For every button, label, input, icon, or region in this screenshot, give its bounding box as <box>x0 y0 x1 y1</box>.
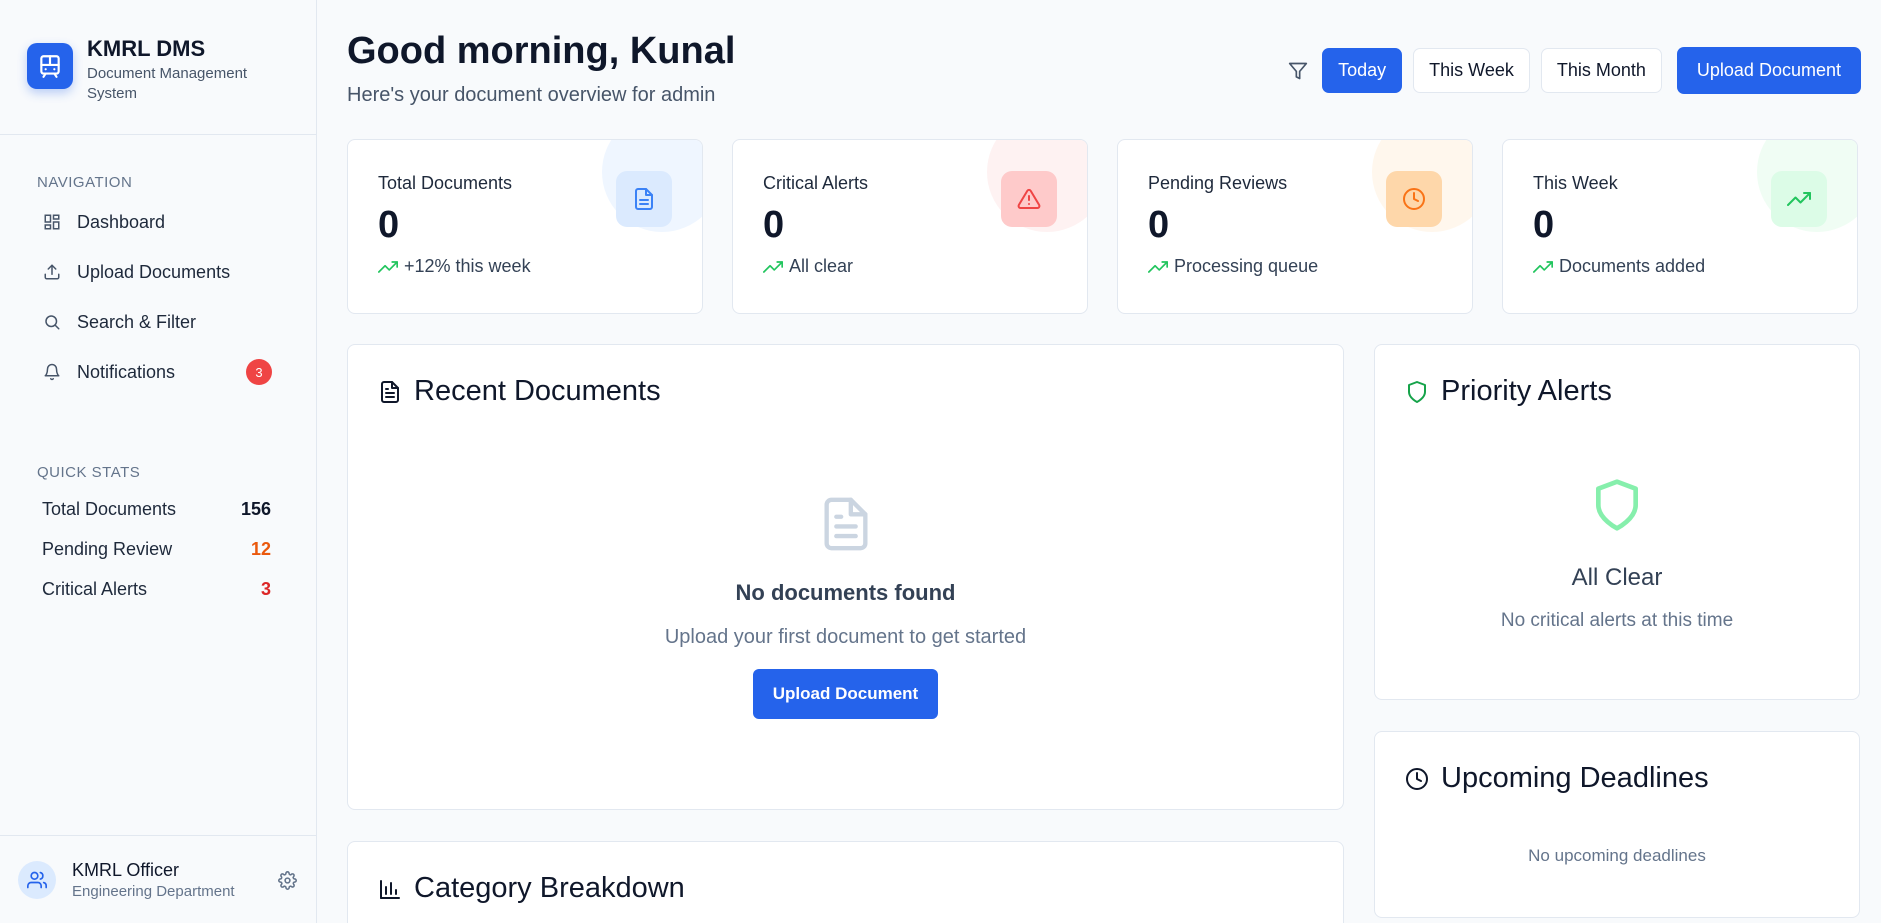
avatar <box>18 860 56 899</box>
stat-trend: Documents added <box>1533 256 1857 277</box>
card-title: Category Breakdown <box>378 872 685 905</box>
shield-icon <box>1589 475 1645 540</box>
quick-stat-label: Critical Alerts <box>42 578 148 599</box>
upcoming-deadlines-title: Upcoming Deadlines <box>1441 762 1709 794</box>
quick-stat-label: Pending Review <box>42 538 173 559</box>
sidebar-item-label: Search & Filter <box>77 311 197 332</box>
priority-alerts-card: Priority Alerts All Clear No critical al… <box>1374 344 1860 700</box>
page-subtitle: Here's your document overview for admin <box>347 84 716 106</box>
users-icon <box>27 871 47 888</box>
app-subtitle: Document Management System <box>87 65 248 102</box>
category-breakdown-card: Category Breakdown <box>347 841 1344 923</box>
quick-stat-value: 12 <box>250 538 271 559</box>
category-breakdown-title: Category Breakdown <box>414 872 685 904</box>
search-icon <box>42 312 62 332</box>
priority-empty-title: All Clear <box>1571 564 1663 591</box>
card-title: Upcoming Deadlines <box>1405 762 1709 795</box>
priority-alerts-title: Priority Alerts <box>1441 375 1612 407</box>
sidebar-item-label: Dashboard <box>77 211 166 232</box>
document-icon <box>817 495 875 558</box>
stat-trend-text: +12% this week <box>404 256 531 276</box>
user-name: KMRL Officer <box>72 859 180 880</box>
stat-trend: +12% this week <box>378 256 702 277</box>
train-logo-icon[interactable] <box>27 43 73 89</box>
stat-trend-text: All clear <box>789 256 854 276</box>
page-title: Good morning, Kunal <box>347 30 736 72</box>
sidebar-item-dashboard[interactable]: Dashboard <box>0 197 317 247</box>
stat-trend: All clear <box>763 256 1087 277</box>
stat-trend-text: Documents added <box>1559 256 1706 276</box>
dashboard-icon <box>42 212 62 232</box>
quick-stat-label: Total Documents <box>42 498 177 519</box>
clock-icon <box>1386 171 1442 227</box>
filter-icon[interactable] <box>1288 61 1308 81</box>
stat-card-pending-reviews[interactable]: Pending Reviews 0 Processing queue <box>1117 139 1473 314</box>
bar-chart-icon <box>380 879 400 899</box>
recent-documents-title: Recent Documents <box>414 375 661 407</box>
trending-up-icon <box>1533 260 1553 273</box>
priority-empty-subtitle: No critical alerts at this time <box>1500 610 1734 631</box>
quick-stat-pending-review: Pending Review 12 <box>0 529 317 569</box>
quick-stats-label: QUICK STATS <box>37 464 141 481</box>
card-title: Recent Documents <box>378 375 661 408</box>
upload-document-button[interactable]: Upload Document <box>1676 47 1861 94</box>
priority-empty-state: All Clear No critical alerts at this tim… <box>1375 475 1859 632</box>
sidebar-item-label: Notifications <box>77 361 176 382</box>
document-icon <box>381 380 399 403</box>
quick-stats: QUICK STATS Total Documents 156 Pending … <box>0 464 317 609</box>
quick-stat-value: 3 <box>260 578 271 599</box>
app-title: KMRL DMS <box>87 36 206 61</box>
sidebar-item-search-filter[interactable]: Search & Filter <box>0 297 317 347</box>
upcoming-deadlines-card: Upcoming Deadlines No upcoming deadlines <box>1374 731 1860 918</box>
deadlines-empty-text: No upcoming deadlines <box>1528 846 1706 865</box>
upload-icon <box>42 262 62 282</box>
warning-icon <box>1001 171 1057 227</box>
stat-trend-text: Processing queue <box>1174 256 1319 276</box>
stats-row: Total Documents 0 +12% this week Critica… <box>347 139 1858 314</box>
user-department: Engineering Department <box>72 882 235 900</box>
empty-state-title: No documents found <box>735 580 956 605</box>
stat-card-critical-alerts[interactable]: Critical Alerts 0 All clear <box>732 139 1088 314</box>
main-content: Good morning, Kunal Here's your document… <box>318 0 1881 923</box>
sidebar-item-upload-documents[interactable]: Upload Documents <box>0 247 317 297</box>
clock-icon <box>1406 767 1428 790</box>
filter-this-week-button[interactable]: This Week <box>1413 48 1530 93</box>
sidebar-item-notifications[interactable]: Notifications 3 <box>0 347 317 397</box>
sidebar: KMRL DMS Document Management System NAVI… <box>0 0 317 923</box>
filter-today-button[interactable]: Today <box>1322 48 1403 93</box>
shield-icon <box>1408 380 1426 403</box>
trending-up-icon <box>1148 260 1168 273</box>
filter-this-month-button[interactable]: This Month <box>1540 48 1662 93</box>
nav-section-label: NAVIGATION <box>37 174 133 191</box>
quick-stat-total-documents: Total Documents 156 <box>0 489 317 529</box>
brand: KMRL DMS Document Management System <box>0 0 316 135</box>
trending-up-icon <box>1771 171 1827 227</box>
date-filters: Today This Week This Month Upload Docume… <box>1288 47 1861 94</box>
card-title: Priority Alerts <box>1405 375 1612 408</box>
navigation: NAVIGATION Dashboard Upload Documents Se… <box>0 174 317 397</box>
gear-icon[interactable] <box>278 871 297 895</box>
notification-badge: 3 <box>246 359 272 385</box>
recent-documents-card: Recent Documents No documents found Uplo… <box>347 344 1344 810</box>
user-profile[interactable]: KMRL Officer Engineering Department <box>0 835 317 923</box>
empty-state: No documents found Upload your first doc… <box>348 495 1343 719</box>
stat-card-total-documents[interactable]: Total Documents 0 +12% this week <box>347 139 703 314</box>
quick-stat-value: 156 <box>240 498 271 519</box>
sidebar-item-label: Upload Documents <box>77 261 231 282</box>
bell-icon <box>42 362 62 382</box>
trending-up-icon <box>763 260 783 273</box>
empty-state-subtitle: Upload your first document to get starte… <box>664 626 1027 648</box>
trending-up-icon <box>378 260 398 273</box>
quick-stat-critical-alerts: Critical Alerts 3 <box>0 569 317 609</box>
stat-trend: Processing queue <box>1148 256 1472 277</box>
empty-upload-document-button[interactable]: Upload Document <box>752 669 939 719</box>
document-icon <box>616 171 672 227</box>
stat-card-this-week[interactable]: This Week 0 Documents added <box>1502 139 1858 314</box>
